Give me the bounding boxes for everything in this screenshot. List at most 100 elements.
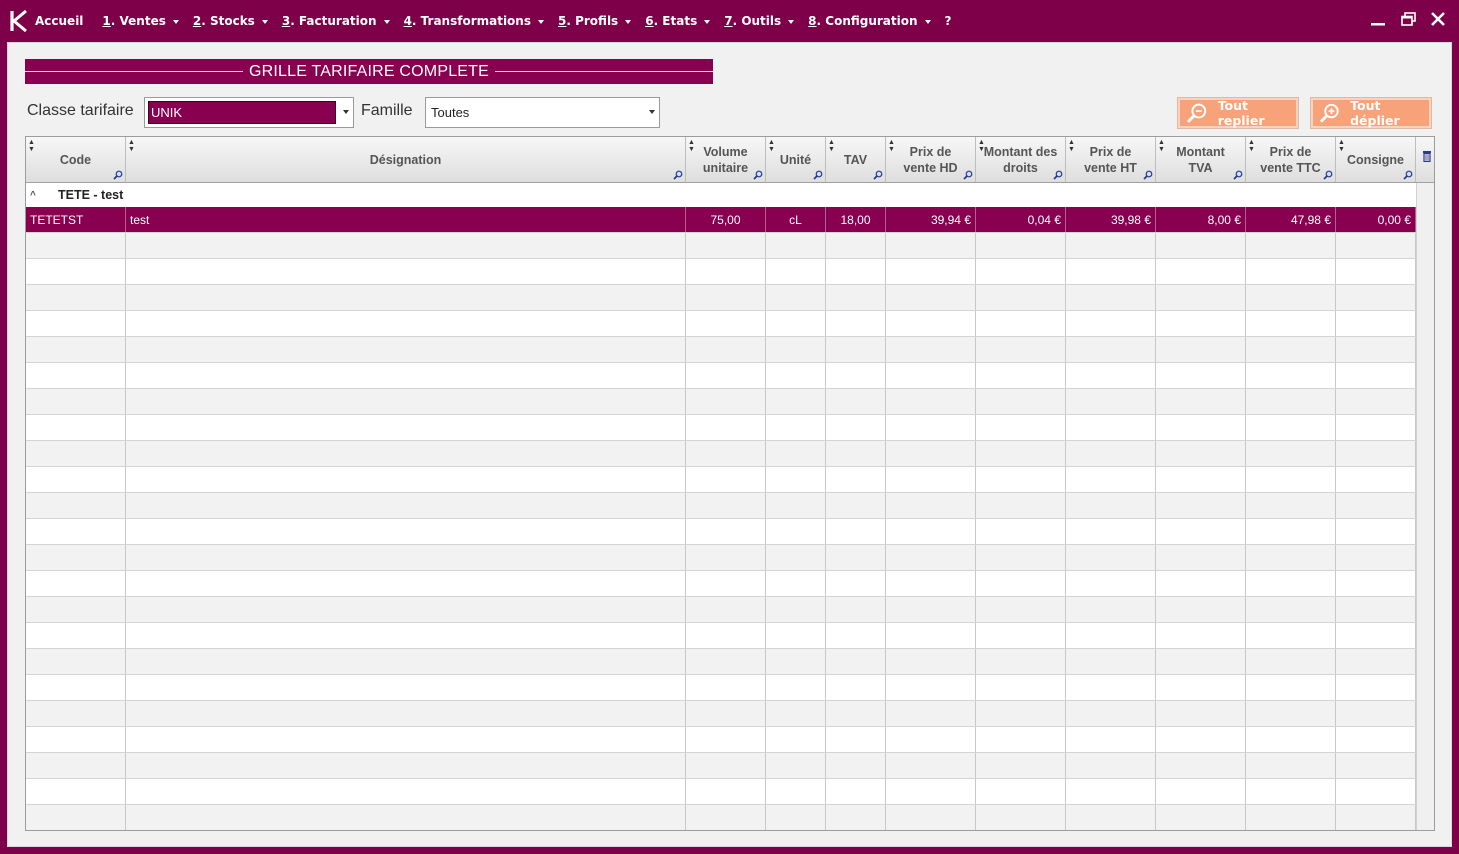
tout-deplier-button[interactable]: Tout déplier <box>1310 97 1432 129</box>
cell-consigne[interactable] <box>1336 623 1416 648</box>
sort-icon[interactable]: ▲ ▼ <box>128 139 135 153</box>
table-row[interactable] <box>26 597 1416 623</box>
cell-prix_hd[interactable]: 39,94 € <box>886 207 976 232</box>
cell-consigne[interactable] <box>1336 363 1416 388</box>
cell-code[interactable] <box>26 649 126 674</box>
cell-designation[interactable] <box>126 753 686 778</box>
magnifier-icon[interactable] <box>673 170 683 180</box>
cell-tva[interactable] <box>1156 467 1246 492</box>
cell-code[interactable] <box>26 389 126 414</box>
cell-prix_ttc[interactable] <box>1246 493 1336 518</box>
cell-code[interactable] <box>26 519 126 544</box>
cell-volume[interactable] <box>686 285 766 310</box>
cell-droits[interactable] <box>976 363 1066 388</box>
cell-consigne[interactable] <box>1336 441 1416 466</box>
tout-replier-button[interactable]: Tout replier <box>1177 97 1299 129</box>
cell-tav[interactable] <box>826 675 886 700</box>
cell-unite[interactable] <box>766 389 826 414</box>
cell-tav[interactable] <box>826 415 886 440</box>
cell-tav[interactable] <box>826 597 886 622</box>
cell-designation[interactable] <box>126 571 686 596</box>
cell-droits[interactable]: 0,04 € <box>976 207 1066 232</box>
cell-prix_ht[interactable] <box>1066 597 1156 622</box>
menu-item-m2[interactable]: 2. Stocks <box>193 14 268 28</box>
sort-icon[interactable]: ▲ ▼ <box>28 139 35 153</box>
cell-prix_hd[interactable] <box>886 415 976 440</box>
cell-consigne[interactable] <box>1336 389 1416 414</box>
cell-consigne[interactable] <box>1336 545 1416 570</box>
cell-designation[interactable] <box>126 363 686 388</box>
cell-prix_ht[interactable] <box>1066 623 1156 648</box>
cell-designation[interactable] <box>126 389 686 414</box>
cell-prix_hd[interactable] <box>886 311 976 336</box>
cell-volume[interactable] <box>686 571 766 596</box>
cell-prix_ht[interactable] <box>1066 727 1156 752</box>
cell-designation[interactable] <box>126 467 686 492</box>
cell-consigne[interactable] <box>1336 467 1416 492</box>
table-row[interactable] <box>26 545 1416 571</box>
cell-volume[interactable] <box>686 753 766 778</box>
cell-consigne[interactable] <box>1336 753 1416 778</box>
cell-designation[interactable] <box>126 415 686 440</box>
magnifier-icon[interactable] <box>1233 170 1243 180</box>
cell-tav[interactable] <box>826 753 886 778</box>
menu-item-m6[interactable]: 6. Etats <box>645 14 711 28</box>
cell-unite[interactable] <box>766 675 826 700</box>
magnifier-icon[interactable] <box>813 170 823 180</box>
cell-prix_hd[interactable] <box>886 597 976 622</box>
cell-consigne[interactable] <box>1336 727 1416 752</box>
cell-tav[interactable] <box>826 805 886 830</box>
menu-item-m5[interactable]: 5. Profils <box>558 14 632 28</box>
cell-prix_ttc[interactable] <box>1246 233 1336 258</box>
cell-volume[interactable] <box>686 623 766 648</box>
cell-prix_ttc[interactable] <box>1246 545 1336 570</box>
sort-icon[interactable]: ▲ ▼ <box>1158 139 1165 153</box>
cell-tav[interactable] <box>826 779 886 804</box>
cell-droits[interactable] <box>976 311 1066 336</box>
cell-designation[interactable] <box>126 233 686 258</box>
table-row[interactable] <box>26 337 1416 363</box>
column-header-prix_hd[interactable]: ▲ ▼ Prix de vente HD <box>886 137 976 182</box>
cell-prix_ht[interactable] <box>1066 701 1156 726</box>
cell-prix_ht[interactable]: 39,98 € <box>1066 207 1156 232</box>
cell-tva[interactable] <box>1156 389 1246 414</box>
cell-prix_hd[interactable] <box>886 363 976 388</box>
cell-droits[interactable] <box>976 597 1066 622</box>
cell-tva[interactable] <box>1156 597 1246 622</box>
cell-unite[interactable]: cL <box>766 207 826 232</box>
cell-prix_ht[interactable] <box>1066 389 1156 414</box>
cell-prix_hd[interactable] <box>886 623 976 648</box>
cell-volume[interactable] <box>686 233 766 258</box>
column-header-prix_ttc[interactable]: ▲ ▼ Prix de vente TTC <box>1246 137 1336 182</box>
cell-designation[interactable] <box>126 727 686 752</box>
cell-unite[interactable] <box>766 623 826 648</box>
cell-volume[interactable] <box>686 493 766 518</box>
cell-prix_ttc[interactable] <box>1246 337 1336 362</box>
cell-prix_ht[interactable] <box>1066 649 1156 674</box>
table-row[interactable] <box>26 363 1416 389</box>
column-header-volume[interactable]: ▲ ▼ Volume unitaire <box>686 137 766 182</box>
cell-droits[interactable] <box>976 519 1066 544</box>
table-row[interactable] <box>26 259 1416 285</box>
cell-consigne[interactable] <box>1336 597 1416 622</box>
cell-unite[interactable] <box>766 701 826 726</box>
cell-code[interactable] <box>26 441 126 466</box>
cell-prix_ht[interactable] <box>1066 441 1156 466</box>
cell-unite[interactable] <box>766 259 826 284</box>
sort-icon[interactable]: ▲ ▼ <box>888 139 895 153</box>
cell-droits[interactable] <box>976 571 1066 596</box>
table-row[interactable] <box>26 753 1416 779</box>
magnifier-icon[interactable] <box>873 170 883 180</box>
magnifier-icon[interactable] <box>113 170 123 180</box>
cell-designation[interactable] <box>126 519 686 544</box>
cell-tav[interactable] <box>826 623 886 648</box>
cell-designation[interactable] <box>126 675 686 700</box>
cell-prix_ttc[interactable] <box>1246 623 1336 648</box>
cell-droits[interactable] <box>976 233 1066 258</box>
chevron-down-icon[interactable] <box>649 110 655 114</box>
cell-prix_ht[interactable] <box>1066 363 1156 388</box>
cell-consigne[interactable] <box>1336 493 1416 518</box>
magnifier-icon[interactable] <box>963 170 973 180</box>
cell-tav[interactable] <box>826 727 886 752</box>
cell-prix_hd[interactable] <box>886 233 976 258</box>
